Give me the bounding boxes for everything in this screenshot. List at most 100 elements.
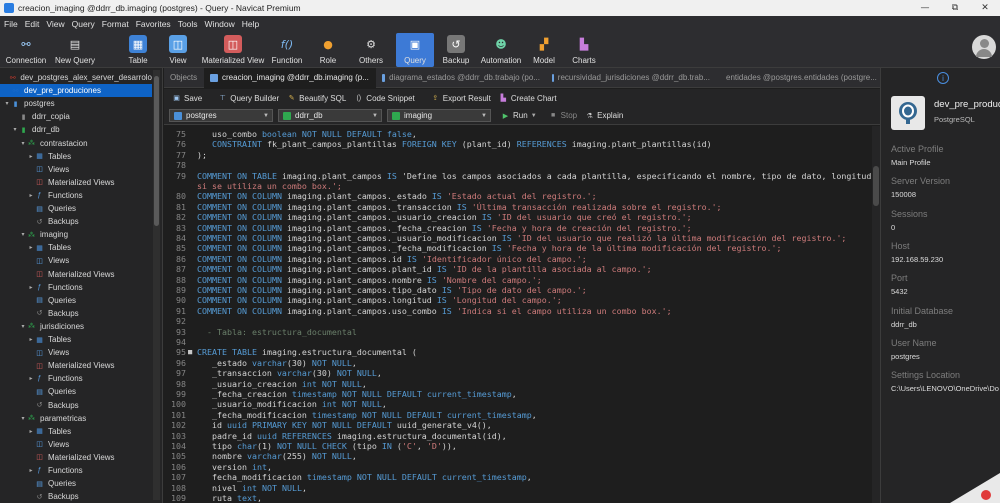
query-button[interactable]: ▣ Query	[396, 33, 434, 67]
maximize-button[interactable]: ⧉	[940, 0, 970, 16]
menu-window[interactable]: Window	[205, 19, 235, 29]
explain-button[interactable]: ⚗ Explain	[585, 111, 623, 120]
sidebar-item[interactable]: ▾ ▮ ddrr_db	[0, 123, 152, 136]
sidebar-scrollbar[interactable]	[153, 70, 160, 500]
sidebar-item[interactable]: ◫ Materialized Views	[0, 451, 152, 464]
sidebar-item[interactable]: ⚯ dev_postgres_alex_server_desarrolo	[0, 71, 152, 84]
code-line[interactable]: 80 COMMENT ON COLUMN imaging.plant_campos…	[164, 191, 864, 201]
tab-recursividad-jurisdiciones[interactable]: recursividad_jurisdiciones @ddrr_db.trab…	[546, 68, 716, 88]
chevron-down-icon[interactable]: ▾	[3, 100, 11, 107]
code-line[interactable]: 90 COMMENT ON COLUMN imaging.plant_campos…	[164, 295, 864, 305]
sidebar-item[interactable]: ▸ ▦ Tables	[0, 333, 152, 346]
view-button[interactable]: ◫ View	[164, 33, 192, 67]
code-line[interactable]: 82 COMMENT ON COLUMN imaging.plant_campos…	[164, 212, 864, 222]
info-icon[interactable]: i	[937, 72, 949, 84]
materialized-view-button[interactable]: ◫ Materialized View	[200, 33, 266, 67]
new-query-button[interactable]: ▤ New Query	[52, 33, 98, 67]
chevron-down-icon[interactable]: ▾	[11, 126, 19, 133]
code-line[interactable]: 98 _usuario_creacion int NOT NULL,	[164, 379, 864, 389]
sidebar-item[interactable]: ↺ Backups	[0, 399, 152, 412]
sidebar-item[interactable]: ▤ Queries	[0, 385, 152, 398]
tab-diagrama-estados[interactable]: diagrama_estados @ddrr_db.trabajo (po...	[376, 68, 546, 88]
code-line[interactable]: 92	[164, 316, 864, 326]
chevron-right-icon[interactable]: ▸	[27, 336, 35, 343]
sidebar-item[interactable]: ▸ ƒ Functions	[0, 281, 152, 294]
menu-tools[interactable]: Tools	[178, 19, 198, 29]
code-line[interactable]: 95 ■ CREATE TABLE imaging.estructura_docum…	[164, 347, 864, 357]
charts-button[interactable]: ▙ Charts	[570, 33, 598, 67]
user-avatar[interactable]	[972, 35, 996, 59]
code-line[interactable]: 103 padre_id uuid REFERENCES imaging.est…	[164, 431, 864, 441]
code-line[interactable]: 76 CONSTRAINT fk_plant_campos_plantillas…	[164, 139, 864, 149]
chevron-right-icon[interactable]: ▸	[27, 467, 35, 474]
function-button[interactable]: f() Function	[270, 33, 304, 67]
chevron-right-icon[interactable]: ▸	[27, 192, 35, 199]
role-button[interactable]: ● Role	[314, 33, 342, 67]
others-button[interactable]: ⚙ Others	[356, 33, 386, 67]
model-button[interactable]: ▞ Model	[530, 33, 558, 67]
chevron-right-icon[interactable]: ▸	[27, 153, 35, 160]
sidebar-item[interactable]: ▸ ƒ Functions	[0, 372, 152, 385]
sidebar-item[interactable]: ▸ ƒ Functions	[0, 464, 152, 477]
code-line[interactable]: 75 uso_combo boolean NOT NULL DEFAULT fa…	[164, 129, 864, 139]
sidebar-item[interactable]: ▸ ▦ Tables	[0, 241, 152, 254]
tab-creacion-imaging[interactable]: creacion_imaging @ddrr_db.imaging (p...	[204, 67, 376, 88]
fold-marker-icon[interactable]: ■	[188, 347, 195, 357]
chevron-right-icon[interactable]: ▸	[27, 244, 35, 251]
schema-select[interactable]: imaging ▼	[387, 109, 491, 122]
sidebar-item[interactable]: ◫ Views	[0, 254, 152, 267]
query-builder-button[interactable]: ⊤ Query Builder	[218, 94, 279, 103]
code-line[interactable]: 102 id uuid PRIMARY KEY NOT NULL DEFAULT…	[164, 420, 864, 430]
run-button[interactable]: ▶ Run ▼	[501, 111, 537, 120]
sidebar-item[interactable]: ⚯ dev_pre_produciones	[0, 84, 152, 98]
code-line[interactable]: 86 COMMENT ON COLUMN imaging.plant_campos…	[164, 254, 864, 264]
sidebar-item[interactable]: ◫ Views	[0, 438, 152, 451]
sidebar-item[interactable]: ◫ Materialized Views	[0, 359, 152, 372]
editor-scrollbar[interactable]	[872, 126, 880, 503]
sidebar-item[interactable]: ▸ ▦ Tables	[0, 425, 152, 438]
close-button[interactable]: ✕	[970, 0, 1000, 16]
code-line[interactable]: 101 _fecha_modificacion timestamp NOT NU…	[164, 410, 864, 420]
code-line[interactable]: 104 tipo char(1) NOT NULL CHECK (tipo IN…	[164, 441, 864, 451]
sidebar-item[interactable]: ▤ Queries	[0, 477, 152, 490]
tab-objects[interactable]: Objects	[164, 68, 204, 88]
sidebar-item[interactable]: ▤ Queries	[0, 294, 152, 307]
chevron-down-icon[interactable]: ▾	[19, 415, 27, 422]
sidebar-item[interactable]: ↺ Backups	[0, 490, 152, 503]
chevron-down-icon[interactable]: ▾	[19, 231, 27, 238]
sidebar-item[interactable]: ▾ ⁂ contrastacion	[0, 137, 152, 150]
chevron-down-icon[interactable]: ▾	[19, 323, 27, 330]
editor-scroll-thumb[interactable]	[873, 166, 879, 206]
code-line[interactable]: 109 ruta text,	[164, 493, 864, 503]
code-line[interactable]: 89 COMMENT ON COLUMN imaging.plant_campos…	[164, 285, 864, 295]
tab-entidades[interactable]: entidades @postgres.entidades (postgre..…	[716, 68, 880, 88]
code-line[interactable]: 106 version int,	[164, 462, 864, 472]
code-line[interactable]: 105 nombre varchar(255) NOT NULL,	[164, 451, 864, 461]
code-line[interactable]: 88 COMMENT ON COLUMN imaging.plant_campos…	[164, 275, 864, 285]
minimize-button[interactable]: —	[910, 0, 940, 16]
sidebar-item[interactable]: ▤ Queries	[0, 202, 152, 215]
automation-button[interactable]: ☻ Automation	[478, 33, 524, 67]
sidebar-item[interactable]: ▸ ▦ Tables	[0, 150, 152, 163]
code-line[interactable]: 77);	[164, 150, 864, 160]
menu-help[interactable]: Help	[242, 19, 259, 29]
code-line[interactable]: 97 _transaccion varchar(30) NOT NULL,	[164, 368, 864, 378]
code-line[interactable]: 79 COMMENT ON TABLE imaging.plant_campos …	[164, 171, 880, 181]
menu-query[interactable]: Query	[72, 19, 95, 29]
sidebar-item[interactable]: ▾ ⁂ parametricas	[0, 412, 152, 425]
sidebar-item[interactable]: ▾ ⁂ jurisdiciones	[0, 320, 152, 333]
code-line[interactable]: 87 COMMENT ON COLUMN imaging.plant_campos…	[164, 264, 864, 274]
connection-button[interactable]: ⚯ Connection	[4, 33, 48, 67]
chevron-right-icon[interactable]: ▸	[27, 284, 35, 291]
table-button[interactable]: ▦ Table	[124, 33, 152, 67]
sql-editor[interactable]: 75 uso_combo boolean NOT NULL DEFAULT fa…	[164, 126, 880, 503]
beautify-sql-button[interactable]: ✎ Beautify SQL	[287, 94, 347, 103]
menu-format[interactable]: Format	[102, 19, 129, 29]
sidebar-item[interactable]: ▮ ddrr_copia	[0, 110, 152, 123]
code-line[interactable]: 83 COMMENT ON COLUMN imaging.plant_campos…	[164, 223, 864, 233]
menu-favorites[interactable]: Favorites	[136, 19, 171, 29]
chevron-right-icon[interactable]: ▸	[27, 428, 35, 435]
save-button[interactable]: ▣ Save	[172, 94, 202, 103]
create-chart-button[interactable]: ▙ Create Chart	[499, 94, 557, 103]
chevron-right-icon[interactable]: ▸	[27, 375, 35, 382]
